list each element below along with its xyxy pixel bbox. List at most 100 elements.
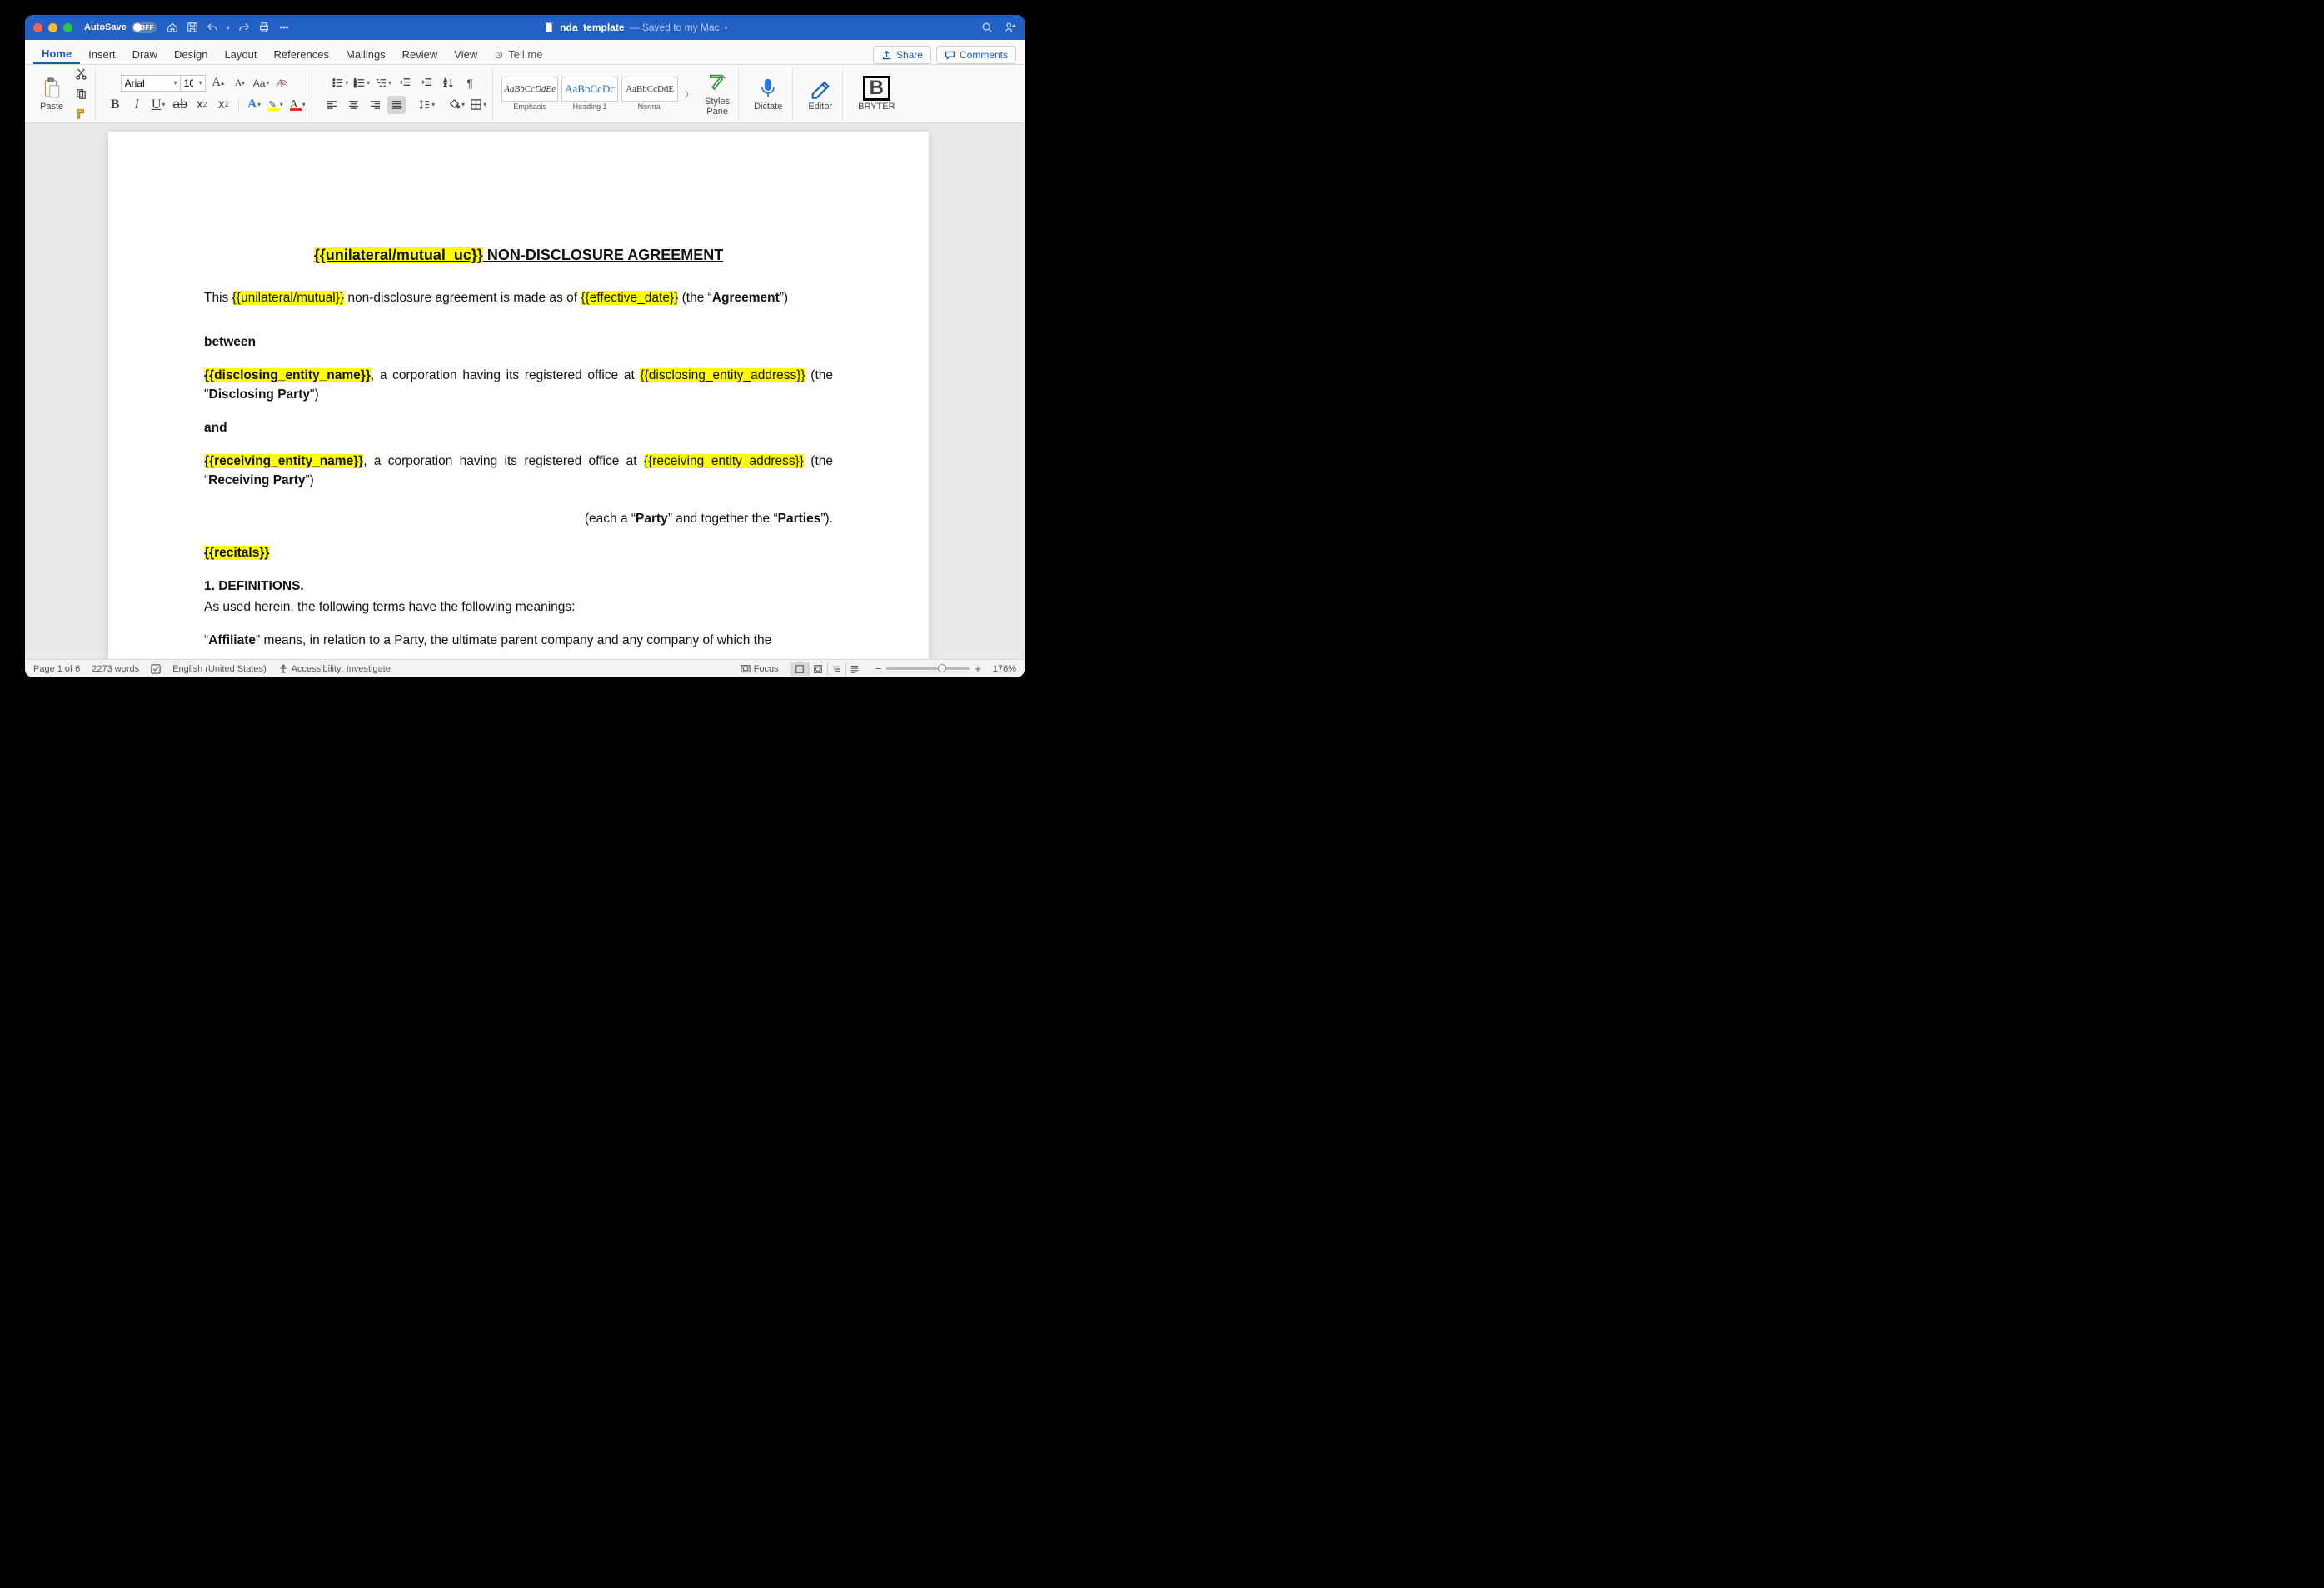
subscript-button[interactable]: x2 (192, 96, 211, 114)
home-icon[interactable] (167, 22, 178, 33)
italic-button[interactable]: I (127, 96, 146, 114)
draft-view-icon[interactable] (845, 662, 864, 676)
page[interactable]: {{unilateral/mutual_uc}} NON-DISCLOSURE … (108, 132, 929, 659)
cut-icon[interactable] (72, 65, 90, 83)
status-bar: Page 1 of 6 2273 words English (United S… (25, 659, 1025, 677)
sort-icon[interactable]: AZ (439, 74, 457, 92)
align-center-icon[interactable] (344, 96, 362, 114)
document-content[interactable]: {{unilateral/mutual_uc}} NON-DISCLOSURE … (108, 132, 929, 651)
zoom-window-button[interactable] (63, 23, 72, 32)
bryter-button[interactable]: B BRYTER (853, 75, 900, 113)
print-icon[interactable] (258, 22, 270, 33)
print-layout-view-icon[interactable] (790, 662, 809, 676)
style-normal[interactable]: AaBbCcDdENormal (621, 77, 678, 111)
svg-text:3: 3 (354, 84, 357, 88)
document-area[interactable]: {{unilateral/mutual_uc}} NON-DISCLOSURE … (25, 123, 1025, 659)
superscript-button[interactable]: x2 (214, 96, 232, 114)
language-indicator[interactable]: English (United States) (172, 664, 267, 674)
zoom-in-icon[interactable]: + (975, 662, 981, 675)
zoom-level[interactable]: 176% (993, 664, 1016, 674)
dictate-group: Dictate (744, 67, 793, 121)
align-left-icon[interactable] (322, 96, 341, 114)
definitions-intro: As used herein, the following terms have… (204, 598, 833, 617)
more-icon[interactable] (278, 22, 290, 33)
minimize-window-button[interactable] (48, 23, 57, 32)
between-label: between (204, 333, 833, 352)
numbering-icon[interactable]: 123▾ (352, 74, 371, 92)
dictate-button[interactable]: Dictate (749, 75, 787, 113)
redo-icon[interactable] (238, 22, 250, 33)
bullets-icon[interactable]: ▾ (331, 74, 349, 92)
format-painter-icon[interactable] (72, 105, 90, 123)
share-people-icon[interactable] (1005, 22, 1016, 33)
undo-icon[interactable] (207, 22, 218, 33)
underline-button[interactable]: U▾ (149, 96, 167, 114)
affiliate-def: “Affiliate” means, in relation to a Part… (204, 632, 833, 650)
decrease-font-icon[interactable]: A▾ (231, 74, 249, 92)
text-effects-icon[interactable]: A▾ (245, 96, 263, 114)
styles-pane-button[interactable]: Styles Pane (700, 70, 735, 118)
tab-mailings[interactable]: Mailings (337, 43, 394, 64)
file-status: — Saved to my Mac (630, 22, 720, 33)
close-window-button[interactable] (33, 23, 42, 32)
borders-icon[interactable]: ▾ (469, 96, 487, 114)
increase-indent-icon[interactable] (417, 74, 436, 92)
styles-more[interactable]: 〉 (681, 87, 696, 100)
multilevel-list-icon[interactable]: ▾ (374, 74, 392, 92)
spelling-status[interactable] (151, 664, 161, 674)
increase-font-icon[interactable]: A▴ (209, 74, 227, 92)
justify-icon[interactable] (387, 96, 406, 114)
highlight-icon[interactable]: ✎▾ (267, 96, 285, 114)
doc-title: {{unilateral/mutual_uc}} NON-DISCLOSURE … (204, 244, 833, 266)
paste-button[interactable]: Paste (35, 75, 68, 113)
autosave-switch[interactable]: OFF (132, 22, 157, 33)
zoom-control[interactable]: − + (875, 662, 981, 675)
clear-format-icon[interactable]: A⊘ (274, 74, 292, 92)
tab-references[interactable]: References (266, 43, 337, 64)
copy-icon[interactable] (72, 85, 90, 103)
font-size-input[interactable] (180, 76, 197, 91)
search-icon[interactable] (981, 22, 993, 33)
word-count[interactable]: 2273 words (92, 664, 139, 674)
strikethrough-button[interactable]: ab (171, 96, 189, 114)
title-dropdown[interactable]: ▾ (725, 24, 728, 32)
outline-view-icon[interactable] (827, 662, 845, 676)
save-icon[interactable] (187, 22, 198, 33)
tab-view[interactable]: View (446, 43, 486, 64)
bold-button[interactable]: B (106, 96, 124, 114)
tab-draw[interactable]: Draw (124, 43, 166, 64)
tab-review[interactable]: Review (394, 43, 446, 64)
shading-icon[interactable]: ▾ (447, 96, 466, 114)
comments-button[interactable]: Comments (936, 46, 1016, 64)
line-spacing-icon[interactable]: ▾ (417, 96, 436, 114)
paragraph-group: ▾ 123▾ ▾ AZ ¶ ▾ ▾ ▾ (317, 67, 493, 121)
share-button[interactable]: Share (873, 46, 931, 64)
change-case-icon[interactable]: Aa▾ (252, 74, 271, 92)
disclosing-party: {{disclosing_entity_name}}, a corporatio… (204, 367, 833, 404)
focus-mode[interactable]: Focus (741, 664, 779, 674)
styles-group: AaBbCcDdEeEmphasis AaBbCcDcHeading 1 AaB… (498, 67, 739, 121)
tell-me-search[interactable]: Tell me (486, 43, 551, 64)
font-name-input[interactable] (122, 76, 172, 91)
word-window: AutoSave OFF ▾ nda_template — Saved to m… (25, 15, 1025, 677)
font-color-icon[interactable]: A▾ (288, 96, 307, 114)
align-right-icon[interactable] (366, 96, 384, 114)
tab-home[interactable]: Home (33, 42, 80, 64)
tab-layout[interactable]: Layout (216, 43, 265, 64)
tab-design[interactable]: Design (166, 43, 216, 64)
editor-button[interactable]: Editor (803, 75, 837, 113)
receiving-party: {{receiving_entity_name}}, a corporation… (204, 452, 833, 490)
show-marks-icon[interactable]: ¶ (461, 74, 479, 92)
autosave-toggle[interactable]: AutoSave OFF (84, 22, 157, 33)
web-layout-view-icon[interactable] (809, 662, 827, 676)
font-selector[interactable]: ▾ ▾ (121, 75, 206, 92)
accessibility-status[interactable]: Accessibility: Investigate (278, 664, 391, 674)
undo-dropdown[interactable]: ▾ (227, 24, 230, 32)
zoom-out-icon[interactable]: − (875, 662, 882, 675)
style-emphasis[interactable]: AaBbCcDdEeEmphasis (501, 77, 558, 111)
zoom-slider[interactable] (886, 667, 970, 670)
tab-insert[interactable]: Insert (80, 43, 124, 64)
page-indicator[interactable]: Page 1 of 6 (33, 664, 80, 674)
decrease-indent-icon[interactable] (396, 74, 414, 92)
style-heading1[interactable]: AaBbCcDcHeading 1 (561, 77, 618, 111)
